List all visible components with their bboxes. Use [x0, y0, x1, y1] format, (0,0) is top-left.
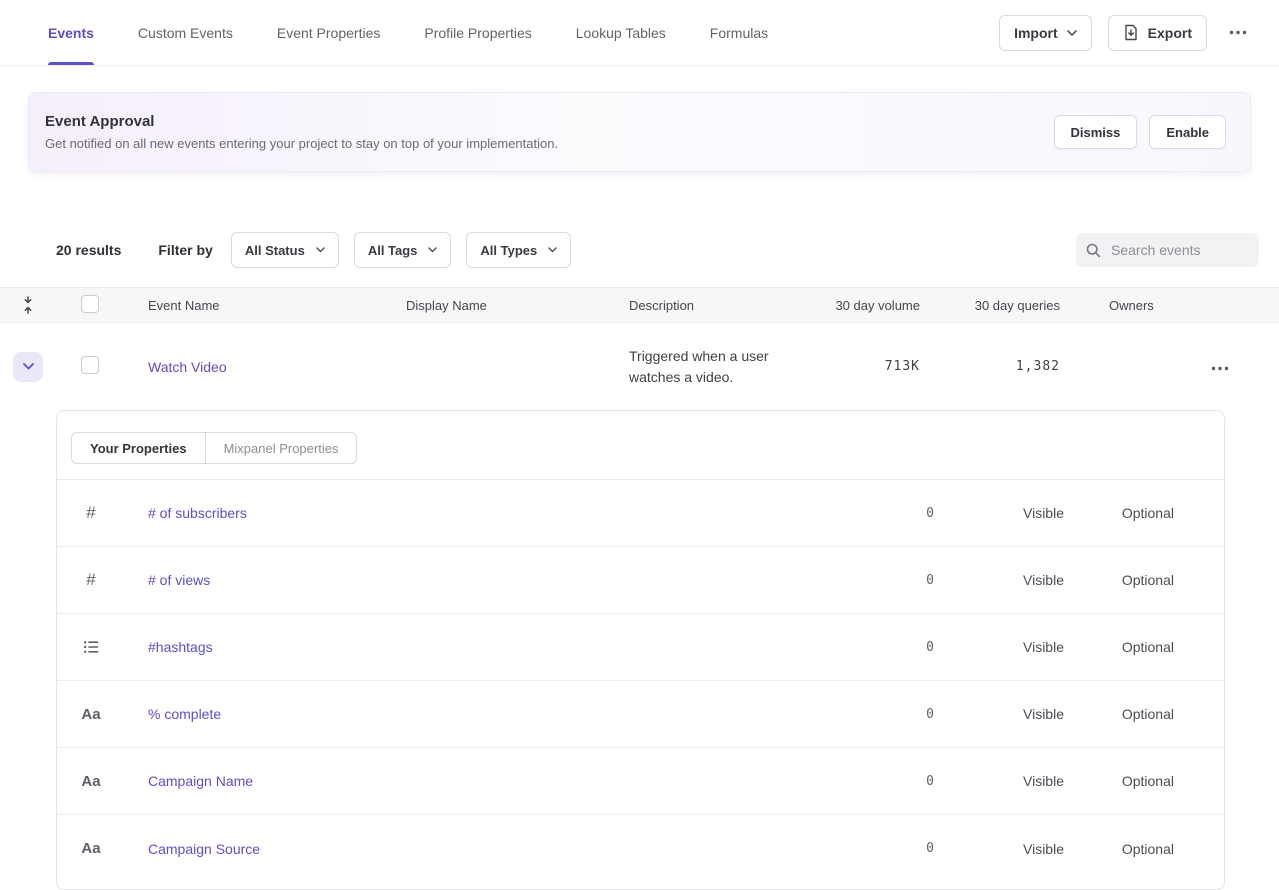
property-requirement: Optional — [1064, 773, 1224, 789]
types-filter-dropdown[interactable]: All Types — [466, 232, 571, 268]
property-visibility: Visible — [934, 572, 1064, 588]
nav-tab-bar: Events Custom Events Event Properties Pr… — [48, 0, 768, 65]
ellipsis-icon — [1211, 366, 1229, 371]
table-row: Watch Video Triggered when a user watche… — [0, 323, 1279, 410]
property-row: # # of views 0 Visible Optional — [57, 547, 1224, 614]
list-type-icon — [79, 639, 103, 655]
property-requirement: Optional — [1064, 505, 1224, 521]
more-options-button[interactable] — [1223, 26, 1253, 39]
property-visibility: Visible — [934, 639, 1064, 655]
event-30-day-volume: 713K — [776, 359, 920, 374]
property-count: 0 — [799, 506, 934, 521]
property-requirement: Optional — [1064, 841, 1224, 857]
property-count: 0 — [799, 774, 934, 789]
row-checkbox[interactable] — [81, 356, 99, 374]
property-row: Aa Campaign Source 0 Visible Optional — [57, 815, 1224, 882]
column-header-30-day-queries[interactable]: 30 day queries — [920, 298, 1060, 313]
status-filter-label: All Status — [245, 243, 305, 258]
import-button[interactable]: Import — [999, 15, 1092, 51]
export-csv-icon — [1123, 24, 1139, 41]
property-name-link[interactable]: # of subscribers — [125, 505, 799, 521]
chevron-down-icon — [1067, 30, 1077, 36]
types-filter-label: All Types — [480, 243, 537, 258]
dismiss-button[interactable]: Dismiss — [1054, 115, 1138, 149]
search-events-box — [1076, 233, 1259, 267]
tags-filter-label: All Tags — [368, 243, 418, 258]
event-approval-banner: Event Approval Get notified on all new e… — [28, 92, 1251, 172]
text-type-icon: Aa — [79, 706, 103, 723]
tab-events[interactable]: Events — [48, 0, 94, 65]
column-header-description[interactable]: Description — [584, 298, 776, 313]
event-name-link[interactable]: Watch Video — [148, 359, 227, 375]
tab-custom-events[interactable]: Custom Events — [138, 0, 233, 65]
property-requirement: Optional — [1064, 572, 1224, 588]
chevron-down-icon — [23, 363, 34, 370]
property-row: #hashtags 0 Visible Optional — [57, 614, 1224, 681]
number-type-icon: # — [79, 570, 103, 590]
column-header-30-day-volume[interactable]: 30 day volume — [776, 298, 920, 313]
column-header-owners[interactable]: Owners — [1060, 298, 1169, 313]
select-all-checkbox[interactable] — [81, 295, 99, 313]
results-count: 20 results — [56, 242, 121, 258]
text-type-icon: Aa — [79, 840, 103, 857]
property-name-link[interactable]: #hashtags — [125, 639, 799, 655]
property-row: Aa % complete 0 Visible Optional — [57, 681, 1224, 748]
status-filter-dropdown[interactable]: All Status — [231, 232, 339, 268]
tab-your-properties[interactable]: Your Properties — [71, 432, 206, 464]
chevron-down-icon — [316, 247, 325, 253]
column-header-event-name[interactable]: Event Name — [104, 298, 362, 313]
collapse-all-icon[interactable] — [21, 296, 35, 314]
ellipsis-icon — [1229, 30, 1247, 35]
event-30-day-queries: 1,382 — [920, 359, 1060, 374]
banner-actions: Dismiss Enable — [1054, 115, 1227, 149]
enable-button[interactable]: Enable — [1149, 115, 1226, 149]
event-properties-panel: Your Properties Mixpanel Properties # # … — [56, 410, 1225, 890]
tab-formulas[interactable]: Formulas — [710, 0, 768, 65]
property-name-link[interactable]: % complete — [125, 706, 799, 722]
property-count: 0 — [799, 573, 934, 588]
tab-mixpanel-properties[interactable]: Mixpanel Properties — [206, 432, 358, 464]
property-name-link[interactable]: # of views — [125, 572, 799, 588]
tags-filter-dropdown[interactable]: All Tags — [354, 232, 452, 268]
property-count: 0 — [799, 640, 934, 655]
property-visibility: Visible — [934, 841, 1064, 857]
import-button-label: Import — [1014, 25, 1058, 41]
export-button-label: Export — [1148, 25, 1192, 41]
column-header-display-name[interactable]: Display Name — [362, 298, 584, 313]
filter-bar: 20 results Filter by All Status All Tags… — [56, 232, 1259, 268]
banner-title: Event Approval — [45, 113, 558, 130]
nav-actions: Import Export — [999, 15, 1253, 51]
filter-by-label: Filter by — [158, 242, 212, 258]
tab-event-properties[interactable]: Event Properties — [277, 0, 381, 65]
search-icon — [1086, 243, 1101, 258]
tab-lookup-tables[interactable]: Lookup Tables — [576, 0, 666, 65]
property-requirement: Optional — [1064, 706, 1224, 722]
property-visibility: Visible — [934, 773, 1064, 789]
chevron-down-icon — [548, 247, 557, 253]
events-table-header: Event Name Display Name Description 30 d… — [0, 287, 1279, 323]
property-requirement: Optional — [1064, 639, 1224, 655]
property-row: Aa Campaign Name 0 Visible Optional — [57, 748, 1224, 815]
chevron-down-icon — [428, 247, 437, 253]
tab-profile-properties[interactable]: Profile Properties — [424, 0, 531, 65]
property-row: # # of subscribers 0 Visible Optional — [57, 480, 1224, 547]
row-actions-button[interactable] — [1205, 362, 1235, 375]
properties-tab-bar: Your Properties Mixpanel Properties — [57, 411, 1224, 480]
banner-description: Get notified on all new events entering … — [45, 136, 558, 151]
property-count: 0 — [799, 841, 934, 856]
top-navigation: Events Custom Events Event Properties Pr… — [0, 0, 1279, 66]
property-name-link[interactable]: Campaign Source — [125, 841, 799, 857]
collapse-row-button[interactable] — [13, 352, 43, 382]
banner-text: Event Approval Get notified on all new e… — [45, 113, 558, 151]
property-count: 0 — [799, 707, 934, 722]
property-visibility: Visible — [934, 706, 1064, 722]
property-visibility: Visible — [934, 505, 1064, 521]
number-type-icon: # — [79, 503, 103, 523]
event-description: Triggered when a user watches a video. — [584, 346, 776, 388]
export-button[interactable]: Export — [1108, 15, 1207, 51]
text-type-icon: Aa — [79, 773, 103, 790]
property-name-link[interactable]: Campaign Name — [125, 773, 799, 789]
search-input[interactable] — [1109, 241, 1249, 259]
